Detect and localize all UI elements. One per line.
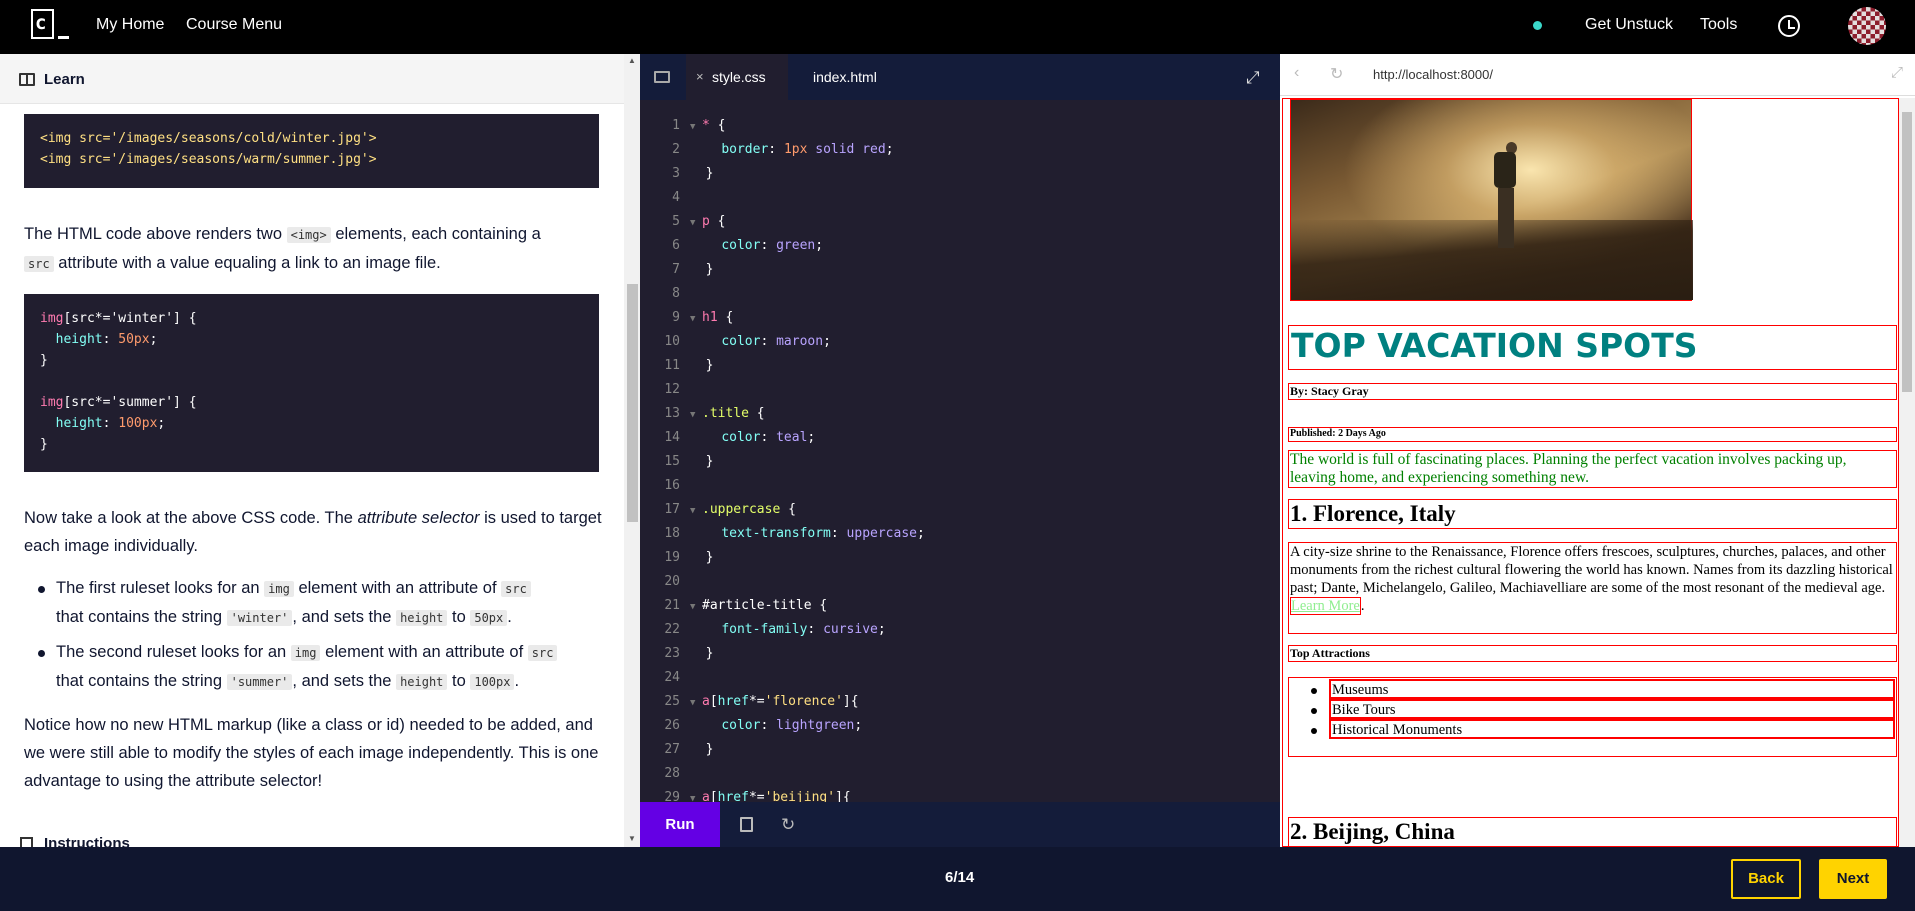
instructions-header[interactable]: Instructions [44,835,130,847]
alarm-clock-icon[interactable] [1778,15,1800,37]
beijing-heading-box: 2. Beijing, China [1288,817,1897,846]
paragraph: Now take a look at the above CSS code. T… [24,509,602,555]
published-box: Published: 2 Days Ago [1288,427,1897,442]
intro-box: The world is full of fascinating places.… [1288,450,1897,488]
tools-button[interactable]: Tools [1700,16,1737,34]
footer-bar: 6/14 Back Next [0,847,1915,911]
paragraph: The HTML code above renders two <img> el… [24,225,541,272]
back-arrow-icon[interactable]: ‹ [1294,64,1299,82]
published-date: Published: 2 Days Ago [1290,428,1386,439]
bullet-icon [1311,728,1317,734]
list-item: Museums [1329,679,1895,699]
run-button[interactable]: Run [640,802,720,847]
attractions-list: Museums Bike Tours Historical Monuments [1288,677,1897,757]
byline: By: Stacy Gray [1290,384,1369,398]
html-code-block: <img src='/images/seasons/cold/winter.jp… [24,114,599,188]
checkbox-icon [20,837,33,847]
line-numbers: 1 2 3 4 5 6 7 8 9 10 11 12 13 14 15 16 17 18 19 20 21 22 23 24 2… [664,118,680,805]
editor-tabbar: × style.css index.html ⤢ [640,54,1280,100]
byline-box: By: Stacy Gray [1288,383,1897,400]
close-icon[interactable]: × [696,54,704,100]
tab-style-css[interactable]: × style.css [686,54,788,100]
get-unstuck-button[interactable]: Get Unstuck [1585,16,1673,34]
inline-code: src [24,256,54,272]
florence-paragraph: A city-size shrine to the Renaissance, F… [1290,544,1893,615]
preview-scrollbar-thumb[interactable] [1902,112,1912,392]
bullet-icon [38,650,45,657]
status-dot-icon [1533,21,1542,30]
beijing-heading: 2. Beijing, China [1290,819,1455,844]
run-bar: Run ↻ [640,802,1280,847]
bullet-icon [1311,708,1317,714]
avatar[interactable] [1848,7,1886,45]
list-item: Historical Monuments [1329,719,1895,739]
list-item: The second ruleset looks for an img elem… [56,638,601,696]
learn-header: Learn [0,54,624,104]
learn-more-link[interactable]: Learn More [1290,597,1361,615]
html-code-line: <img src='/images/seasons/cold/winter.jp… [40,131,377,146]
book-icon [19,73,35,86]
florence-text-box: A city-size shrine to the Renaissance, F… [1288,542,1897,634]
expand-icon[interactable]: ⤢ [1891,64,1903,81]
florence-heading-box: 1. Florence, Italy [1288,499,1897,529]
scroll-down-icon[interactable]: ▼ [628,834,636,843]
codecademy-logo[interactable]: c [31,9,71,43]
learn-scrollbar-thumb[interactable] [627,284,638,522]
copy-icon[interactable] [740,817,753,832]
next-button[interactable]: Next [1819,859,1887,899]
rendered-page: Top Vacation Spots By: Stacy Gray Publis… [1282,98,1899,847]
tab-index-html[interactable]: index.html [793,54,893,100]
attractions-heading-box: Top Attractions [1288,645,1897,662]
list-item: Bike Tours [1329,699,1895,719]
css-editor-content[interactable]: ▼ * { border: 1px solid red; } ▼ p { color… [690,114,925,810]
article-title: Top Vacation Spots [1291,326,1698,365]
hero-image [1290,99,1693,301]
inline-code: <img> [286,227,331,243]
lesson-progress: 6/14 [945,869,975,886]
reset-icon[interactable]: ↻ [781,815,795,835]
folder-icon[interactable] [654,71,670,83]
article-title-box: Top Vacation Spots [1288,325,1897,370]
code-editor: × style.css index.html ⤢ 1 2 3 4 5 6 7 8 9 10 11 12… [640,54,1280,847]
address-bar: ‹ ↻ http://localhost:8000/ ⤢ [1280,54,1915,96]
intro-paragraph: The world is full of fascinating places.… [1290,451,1847,486]
paragraph: Notice how no new HTML markup (like a cl… [24,716,599,790]
html-code-line: <img src='/images/seasons/warm/summer.jp… [40,152,377,167]
my-home-link[interactable]: My Home [96,16,164,34]
expand-icon[interactable]: ⤢ [1246,68,1260,88]
scroll-up-icon[interactable]: ▲ [628,56,636,65]
browser-preview: ‹ ↻ http://localhost:8000/ ⤢ Top Vacatio… [1280,54,1915,847]
top-nav: c My Home Course Menu Get Unstuck Tools [0,0,1915,54]
list-item: The first ruleset looks for an img eleme… [56,574,601,632]
bullet-icon [38,586,45,593]
learn-panel: Learn <img src='/images/seasons/cold/win… [0,54,640,847]
back-button[interactable]: Back [1731,859,1801,899]
bullet-icon [1311,688,1317,694]
florence-heading: 1. Florence, Italy [1290,501,1456,526]
learn-title: Learn [44,71,85,88]
top-attractions-heading: Top Attractions [1290,646,1370,660]
course-menu-link[interactable]: Course Menu [186,16,282,34]
refresh-icon[interactable]: ↻ [1330,64,1343,84]
css-code-block: img[src*='winter'] { height: 50px; } img… [24,294,599,472]
url-field[interactable]: http://localhost:8000/ [1373,67,1493,82]
